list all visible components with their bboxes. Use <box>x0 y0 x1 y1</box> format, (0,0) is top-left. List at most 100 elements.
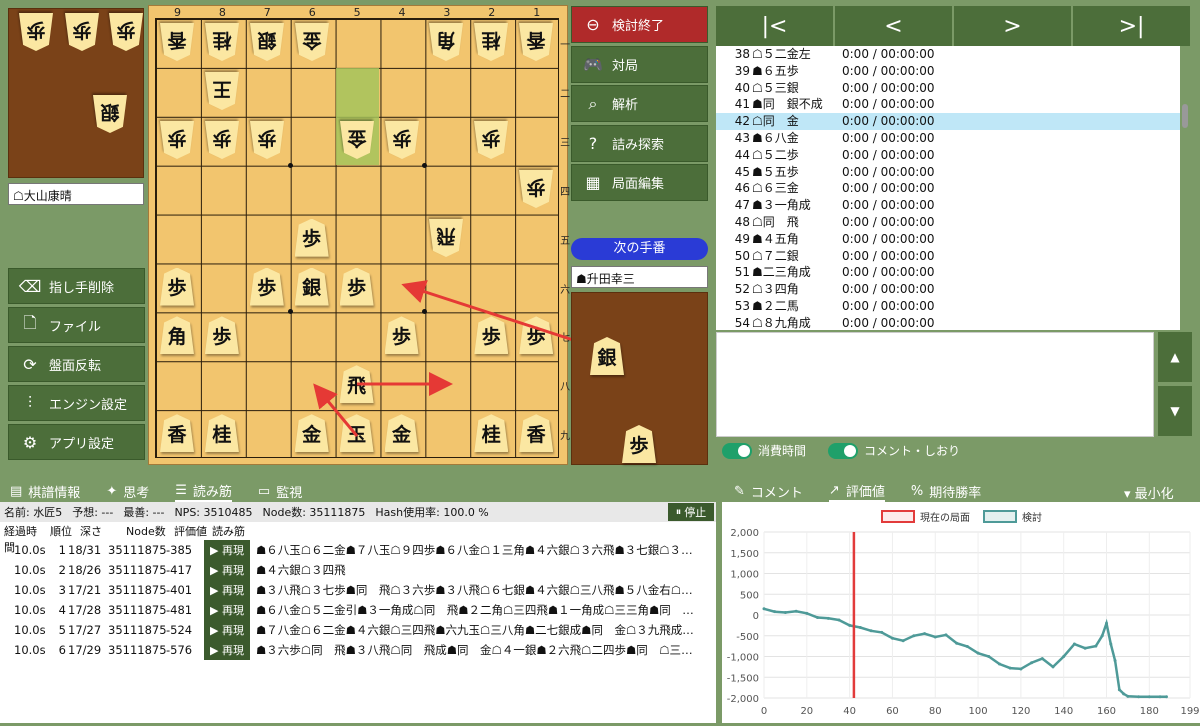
move-text: ☗５五歩 <box>752 164 799 179</box>
replay-button[interactable]: ▶ 再現 <box>204 640 250 660</box>
replay-button[interactable]: ▶ 再現 <box>204 560 250 580</box>
nav-button-0[interactable]: |< <box>716 6 834 46</box>
kifu-row[interactable]: 41 ☗同 銀不成 0:00 / 00:00:00 <box>716 96 1180 113</box>
time-toggle[interactable] <box>722 442 752 459</box>
gote-hand-piece[interactable]: 歩 <box>19 13 53 51</box>
left-button-0[interactable]: ⌫ 指し手削除 <box>8 268 145 304</box>
kifu-row[interactable]: 49 ☗４五角 0:00 / 00:00:00 <box>716 231 1180 248</box>
tab-win-rate[interactable]: % 期待勝率 <box>911 482 981 501</box>
left-button-1[interactable]: 🗋 ファイル <box>8 307 145 343</box>
shogi-board[interactable]: 987654321一二三四五六七八九 香桂銀金角桂香王歩歩歩金歩歩歩歩飛歩歩銀歩… <box>148 5 608 465</box>
series-point <box>837 618 841 622</box>
pv-row[interactable]: 10.0s 6 17/29 35111875 -576 ▶ 再現 ☗３六歩☖同 … <box>14 640 696 660</box>
minimize-button[interactable]: ▾ 最小化 <box>1124 483 1174 502</box>
pv-time: 10.0s <box>14 603 46 617</box>
pv-nodes: 35111875 <box>108 543 167 557</box>
pv-row[interactable]: 10.0s 4 17/28 35111875 -481 ▶ 再現 ☗６八金☖５二… <box>14 600 696 620</box>
move-number: 47 <box>734 198 750 213</box>
replay-button[interactable]: ▶ 再現 <box>204 540 250 560</box>
nav-button-2[interactable]: > <box>954 6 1072 46</box>
replay-button[interactable]: ▶ 再現 <box>204 580 250 600</box>
kifu-row[interactable]: 48 ☖同 飛 0:00 / 00:00:00 <box>716 214 1180 231</box>
nav-button-3[interactable]: >| <box>1073 6 1191 46</box>
kifu-row[interactable]: 44 ☖５二歩 0:00 / 00:00:00 <box>716 147 1180 164</box>
move-text: ☖７二銀 <box>752 248 799 263</box>
tab-pv[interactable]: ☰ 読み筋 <box>175 481 232 502</box>
kifu-row[interactable]: 43 ☗６八金 0:00 / 00:00:00 <box>716 130 1180 147</box>
scroll-up-button[interactable]: ▲ <box>1158 332 1192 382</box>
mid-button-2[interactable]: ⌕ 解析 <box>571 85 708 122</box>
tab-kifu-info[interactable]: ▤ 棋譜情報 <box>10 482 80 501</box>
series-point <box>1019 667 1023 671</box>
gote-hand-piece[interactable]: 銀 <box>93 95 127 133</box>
gote-hand-piece[interactable]: 歩 <box>109 13 143 51</box>
gote-hand[interactable]: 歩 歩 歩銀 <box>8 8 144 178</box>
series-point <box>773 610 777 614</box>
sente-hand[interactable]: 銀歩 <box>571 292 708 465</box>
tab-label: 思考 <box>123 485 150 501</box>
tab-evaluation[interactable]: ↗ 評価値 <box>828 481 885 502</box>
engine-name: 名前: 水匠5 <box>4 506 63 519</box>
pv-time: 10.0s <box>14 563 46 577</box>
kifu-scrollbar[interactable] <box>1182 104 1188 128</box>
pv-nodes: 35111875 <box>108 583 167 597</box>
kifu-row[interactable]: 39 ☗６五歩 0:00 / 00:00:00 <box>716 63 1180 80</box>
move-time: 0:00 / 00:00:00 <box>842 282 935 297</box>
question-icon: ? <box>588 133 598 153</box>
kifu-row[interactable]: 51 ☗二三角成 0:00 / 00:00:00 <box>716 264 1180 281</box>
button-label: ファイル <box>49 319 102 335</box>
left-button-4[interactable]: ⚙ アプリ設定 <box>8 424 145 460</box>
tab-thinking[interactable]: ✦ 思考 <box>106 482 149 501</box>
kifu-row[interactable]: 46 ☖６三金 0:00 / 00:00:00 <box>716 180 1180 197</box>
kifu-row[interactable]: 38 ☖５二金左 0:00 / 00:00:00 <box>716 46 1180 63</box>
replay-button[interactable]: ▶ 再現 <box>204 620 250 640</box>
move-time: 0:00 / 00:00:00 <box>842 265 935 280</box>
pv-row[interactable]: 10.0s 2 18/26 35111875 -417 ▶ 再現 ☗４六銀☖３四… <box>14 560 696 580</box>
file-icon: 🗋 <box>23 312 37 332</box>
move-time: 0:00 / 00:00:00 <box>842 114 935 129</box>
mid-button-1[interactable]: 🎮 対局 <box>571 45 708 83</box>
kifu-row[interactable]: 52 ☖３四角 0:00 / 00:00:00 <box>716 281 1180 298</box>
kifu-list[interactable]: 38 ☖５二金左 0:00 / 00:00:00 39 ☗６五歩 0:00 / 00:00… <box>716 46 1180 330</box>
comment-box[interactable] <box>716 332 1154 437</box>
move-number: 46 <box>734 181 750 196</box>
pv-score: -401 <box>166 583 193 597</box>
stop-button[interactable]: ⏸ 停止 <box>668 503 714 521</box>
gote-hand-piece[interactable]: 歩 <box>65 13 99 51</box>
left-button-3[interactable]: ⫶ エンジン設定 <box>8 385 145 421</box>
kifu-row[interactable]: 54 ☖８九角成 0:00 / 00:00:00 <box>716 315 1180 330</box>
kifu-row[interactable]: 50 ☖７二銀 0:00 / 00:00:00 <box>716 248 1180 265</box>
move-text: ☗同 銀不成 <box>752 97 823 112</box>
kifu-row[interactable]: 40 ☖５三銀 0:00 / 00:00:00 <box>716 80 1180 97</box>
pv-row[interactable]: 10.0s 1 18/31 35111875 -385 ▶ 再現 ☗６八玉☖６二… <box>14 540 696 560</box>
series-point <box>880 630 884 634</box>
kifu-row[interactable]: 47 ☗３一角成 0:00 / 00:00:00 <box>716 197 1180 214</box>
left-button-2[interactable]: ⟳ 盤面反転 <box>8 346 145 382</box>
tab-monitor[interactable]: ▭ 監視 <box>258 482 302 501</box>
piece-char: 歩 <box>72 19 92 42</box>
scroll-down-button[interactable]: ▼ <box>1158 386 1192 436</box>
x-tick-label: 100 <box>969 706 988 717</box>
sente-hand-piece[interactable]: 銀 <box>590 337 624 375</box>
mid-button-0[interactable]: ⊖ 検討終了 <box>571 6 708 43</box>
pv-row[interactable]: 10.0s 5 17/27 35111875 -524 ▶ 再現 ☗７八金☖６二… <box>14 620 696 640</box>
kifu-row[interactable]: 45 ☗５五歩 0:00 / 00:00:00 <box>716 164 1180 181</box>
series-point <box>1164 695 1168 699</box>
tab-label: 棋譜情報 <box>28 485 81 501</box>
move-text: ☗３一角成 <box>752 198 811 213</box>
move-number: 38 <box>734 47 750 61</box>
comment-toggle[interactable] <box>828 442 859 459</box>
bulb-icon: ✦ <box>106 483 118 499</box>
pv-row[interactable]: 10.0s 3 17/21 35111875 -401 ▶ 再現 ☗３八飛☖３七… <box>14 580 696 600</box>
evaluation-graph[interactable]: 2,000 1,500 1,000 500 0 -500 -1,000 -1,500 -2,00… <box>722 502 1200 723</box>
kifu-row[interactable]: 42 ☖同 金 0:00 / 00:00:00 <box>716 113 1180 130</box>
move-number: 40 <box>734 80 750 95</box>
kifu-row[interactable]: 53 ☗２二馬 0:00 / 00:00:00 <box>716 298 1180 315</box>
sente-hand-piece[interactable]: 歩 <box>622 425 656 463</box>
nav-button-1[interactable]: < <box>835 6 953 46</box>
replay-button[interactable]: ▶ 再現 <box>204 600 250 620</box>
tab-comment[interactable]: ✎ コメント <box>734 482 803 501</box>
mid-button-3[interactable]: ? 詰み探索 <box>571 124 708 162</box>
mid-button-4[interactable]: ▦ 局面編集 <box>571 164 708 201</box>
nav-glyph: > <box>1003 13 1022 39</box>
